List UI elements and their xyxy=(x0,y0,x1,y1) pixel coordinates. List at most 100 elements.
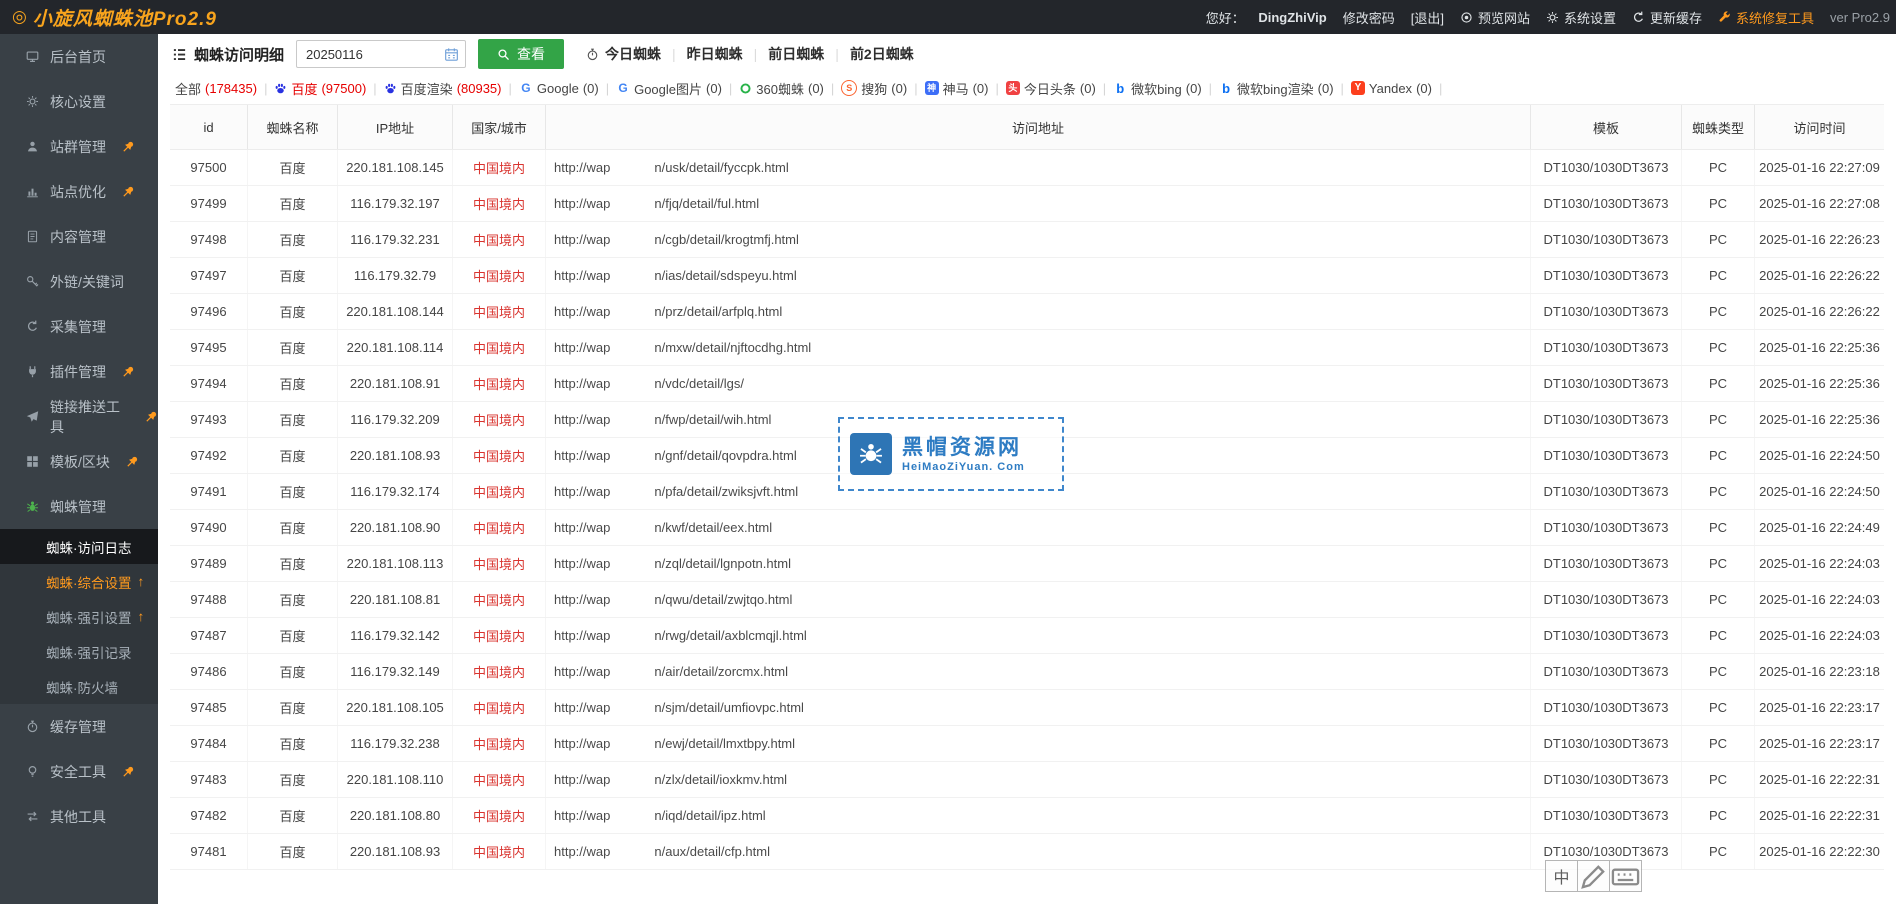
quick-tab-1[interactable]: 今日蜘蛛 xyxy=(586,44,661,64)
sidebar-item-templates[interactable]: 模板/区块 xyxy=(0,439,158,484)
cell-ip: 220.181.108.81 xyxy=(338,582,453,617)
cell-region: 中国境内 xyxy=(453,510,546,545)
cell-ip: 116.179.32.209 xyxy=(338,402,453,437)
sidebar-item-site-group[interactable]: 站群管理 xyxy=(0,124,158,169)
url-prefix: http://wap xyxy=(554,304,610,319)
repair-tool-link[interactable]: 系统修复工具 xyxy=(1718,8,1814,27)
cell-id: 97488 xyxy=(170,582,248,617)
quick-tab-2[interactable]: 昨日蜘蛛 xyxy=(687,44,743,64)
filter-tab-all[interactable]: 全部(178435) xyxy=(175,79,257,98)
cell-ip: 220.181.108.113 xyxy=(338,546,453,581)
cell-id: 97487 xyxy=(170,618,248,653)
filter-tab-label: 微软bing xyxy=(1131,79,1182,98)
sidebar-item-spider-force-settings[interactable]: 蜘蛛·强引设置↑ xyxy=(0,599,158,634)
column-header-模板: 模板 xyxy=(1531,105,1682,149)
url-prefix: http://wap xyxy=(554,700,610,715)
cell-spider-name: 百度 xyxy=(248,474,338,509)
url-suffix: n/fjq/detail/ful.html xyxy=(654,196,759,211)
filter-tab-count: (0) xyxy=(1416,81,1432,96)
cell-region: 中国境内 xyxy=(453,402,546,437)
quick-tab-3[interactable]: 前日蜘蛛 xyxy=(768,44,824,64)
sidebar-item-other-tools[interactable]: 其他工具 xyxy=(0,794,158,839)
cell-spider-type: PC xyxy=(1682,834,1755,869)
sidebar-item-site-optimize[interactable]: 站点优化 xyxy=(0,169,158,214)
sidebar-item-spider-general-settings[interactable]: 蜘蛛·综合设置↑ xyxy=(0,564,158,599)
shenma-icon: 神 xyxy=(925,81,939,95)
sidebar-item-spider-manage[interactable]: 蜘蛛管理 xyxy=(0,484,158,529)
filter-tab-shenma[interactable]: 神神马(0) xyxy=(925,79,989,98)
logout-link[interactable]: [退出] xyxy=(1411,8,1444,27)
cell-visit-url: http://wapn/mxw/detail/njftocdhg.html xyxy=(546,330,1531,365)
sidebar-item-label: 模板/区块 xyxy=(50,452,110,472)
cell-ip: 116.179.32.149 xyxy=(338,654,453,689)
table-row: 97489百度220.181.108.113中国境内http://wapn/zq… xyxy=(170,546,1884,582)
cell-region: 中国境内 xyxy=(453,474,546,509)
cell-id: 97497 xyxy=(170,258,248,293)
cell-visit-time: 2025-01-16 22:22:31 xyxy=(1755,762,1884,797)
system-settings-link[interactable]: 系统设置 xyxy=(1546,8,1616,27)
preview-site-link[interactable]: 预览网站 xyxy=(1460,8,1530,27)
ime-keyboard-icon[interactable] xyxy=(1609,860,1642,892)
filter-tab-baidu[interactable]: 百度(97500) xyxy=(274,79,366,98)
sidebar-item-content[interactable]: 内容管理 xyxy=(0,214,158,259)
cell-visit-time: 2025-01-16 22:24:50 xyxy=(1755,474,1884,509)
ime-mode-button[interactable]: 中 xyxy=(1545,860,1578,892)
sidebar-item-collect[interactable]: 采集管理 xyxy=(0,304,158,349)
sidebar-item-link-push[interactable]: 链接推送工具 xyxy=(0,394,158,439)
gear-icon xyxy=(26,95,39,108)
filter-tab-yandex[interactable]: YYandex(0) xyxy=(1351,81,1432,96)
date-input[interactable] xyxy=(299,46,444,63)
cell-visit-url: http://wapn/ewj/detail/lmxtbpy.html xyxy=(546,726,1531,761)
ime-pen-icon[interactable] xyxy=(1577,860,1610,892)
sidebar-item-plugins[interactable]: 插件管理 xyxy=(0,349,158,394)
sidebar-item-links-keywords[interactable]: 外链/关键词 xyxy=(0,259,158,304)
quick-tab-4[interactable]: 前2日蜘蛛 xyxy=(850,44,914,64)
filter-tab-count: (0) xyxy=(891,81,907,96)
table-row: 97499百度116.179.32.197中国境内http://wapn/fjq… xyxy=(170,186,1884,222)
sidebar-item-security[interactable]: 安全工具 xyxy=(0,749,158,794)
filter-tab-toutiao[interactable]: 头今日头条(0) xyxy=(1006,79,1096,98)
filter-tab-bing[interactable]: b微软bing(0) xyxy=(1113,79,1201,98)
url-suffix: n/ias/detail/sdspeyu.html xyxy=(654,268,796,283)
sidebar-item-spider-force-records[interactable]: 蜘蛛·强引记录 xyxy=(0,634,158,669)
sidebar-item-label: 蜘蛛·综合设置 xyxy=(46,572,132,592)
cell-template: DT1030/1030DT3673 xyxy=(1531,510,1682,545)
cell-ip: 116.179.32.174 xyxy=(338,474,453,509)
filter-tab-sogou[interactable]: S搜狗(0) xyxy=(841,79,907,98)
sidebar-item-spider-visit-log[interactable]: 蜘蛛·访问日志 xyxy=(0,529,158,564)
cell-spider-type: PC xyxy=(1682,510,1755,545)
cell-id: 97482 xyxy=(170,798,248,833)
cell-ip: 220.181.108.144 xyxy=(338,294,453,329)
update-cache-link[interactable]: 更新缓存 xyxy=(1632,8,1702,27)
filter-tab-baidu-render[interactable]: 百度渲染(80935) xyxy=(384,79,502,98)
preview-eye-icon xyxy=(1460,11,1473,24)
filter-tab-google-image[interactable]: GGoogle图片(0) xyxy=(616,79,722,98)
cell-spider-name: 百度 xyxy=(248,690,338,725)
separator: | xyxy=(264,81,267,96)
sidebar-item-label: 采集管理 xyxy=(50,317,106,337)
pushpin-icon xyxy=(122,140,135,153)
cell-region: 中国境内 xyxy=(453,582,546,617)
baidu-paw-icon xyxy=(384,82,397,95)
sidebar-item-home[interactable]: 后台首页 xyxy=(0,34,158,79)
filter-tab-bing-render[interactable]: b微软bing渲染(0) xyxy=(1219,79,1333,98)
cell-id: 97492 xyxy=(170,438,248,473)
cell-spider-type: PC xyxy=(1682,798,1755,833)
sidebar-item-spider-firewall[interactable]: 蜘蛛·防火墙 xyxy=(0,669,158,704)
separator: | xyxy=(831,81,834,96)
cell-spider-type: PC xyxy=(1682,654,1755,689)
cell-visit-time: 2025-01-16 22:24:49 xyxy=(1755,510,1884,545)
cell-visit-time: 2025-01-16 22:24:50 xyxy=(1755,438,1884,473)
view-button[interactable]: 查看 xyxy=(478,39,564,69)
quick-tab-label: 前日蜘蛛 xyxy=(768,44,824,64)
change-password-link[interactable]: 修改密码 xyxy=(1343,8,1395,27)
user-icon xyxy=(26,140,39,153)
sidebar-item-core-settings[interactable]: 核心设置 xyxy=(0,79,158,124)
cell-id: 97490 xyxy=(170,510,248,545)
sidebar-item-cache[interactable]: 缓存管理 xyxy=(0,704,158,749)
cell-spider-name: 百度 xyxy=(248,402,338,437)
filter-tab-google[interactable]: GGoogle(0) xyxy=(519,81,599,96)
cell-spider-type: PC xyxy=(1682,222,1755,257)
filter-tab-360[interactable]: 360蜘蛛(0) xyxy=(739,79,824,98)
ime-toolbar[interactable]: 中 xyxy=(1546,860,1642,892)
